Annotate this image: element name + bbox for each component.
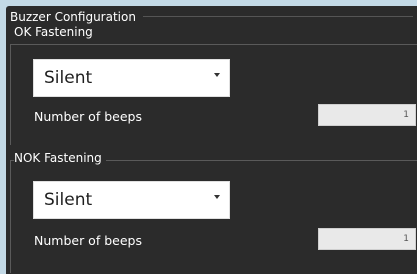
nok-buzzer-mode-select[interactable]: Silent [33,181,230,219]
panel-title-rule [143,16,413,17]
caret-down-icon [214,73,220,77]
panel-title: Buzzer Configuration [10,10,136,24]
nok-fastening-title: NOK Fastening [14,151,106,165]
buzzer-configuration-panel: Buzzer Configuration OK Fastening Silent… [6,6,417,274]
ok-buzzer-mode-value: Silent [44,68,93,88]
nok-beeps-label: Number of beeps [34,233,142,248]
ok-fastening-title: OK Fastening [14,25,97,39]
ok-buzzer-mode-select[interactable]: Silent [33,59,230,97]
nok-beeps-input[interactable]: 1 [318,228,416,250]
ok-beeps-input[interactable]: 1 [318,104,416,126]
ok-beeps-label: Number of beeps [34,109,142,124]
caret-down-icon [214,195,220,199]
nok-buzzer-mode-value: Silent [44,190,93,210]
